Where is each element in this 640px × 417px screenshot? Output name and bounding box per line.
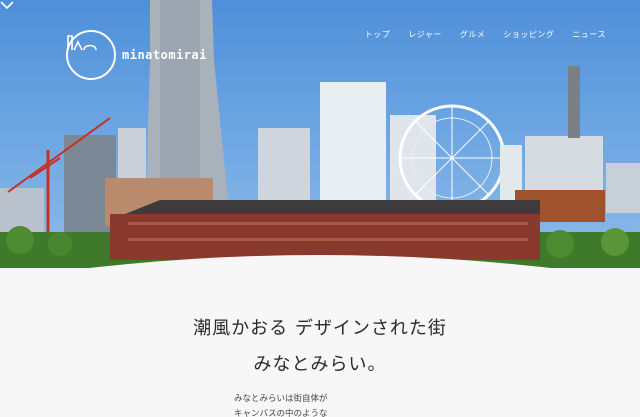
hero-curve-divider — [0, 255, 640, 280]
headline-line-1: 潮風かおる デザインされた街 — [193, 318, 447, 339]
brand-name: minatomirai — [122, 48, 207, 62]
body-line-2: キャンバスの中のような — [234, 409, 328, 417]
nav-item-leisure[interactable]: レジャー — [408, 29, 442, 40]
nav-item-news[interactable]: ニュース — [572, 29, 606, 40]
headline-line-2: みなとみらい。 — [253, 354, 387, 375]
intro-headline: 潮風かおる デザインされた街 みなとみらい。 — [0, 314, 640, 376]
hero-image: minatomirai トップ レジャー グルメ ショッピング ニュース — [0, 0, 640, 268]
nav-item-gourmet[interactable]: グルメ — [460, 29, 486, 40]
body-line-1: みなとみらいは街自体が — [234, 394, 328, 404]
nav-item-shopping[interactable]: ショッピング — [503, 29, 554, 40]
logo-mark-icon — [66, 30, 116, 80]
nav-item-top[interactable]: トップ — [365, 29, 391, 40]
brand-logo[interactable]: minatomirai — [66, 30, 207, 80]
skyline-logo-icon — [67, 35, 97, 51]
main-nav: トップ レジャー グルメ ショッピング ニュース — [365, 29, 606, 40]
intro-body: みなとみらいは街自体が キャンバスの中のような — [234, 392, 328, 417]
chevron-down-icon[interactable] — [0, 0, 14, 10]
